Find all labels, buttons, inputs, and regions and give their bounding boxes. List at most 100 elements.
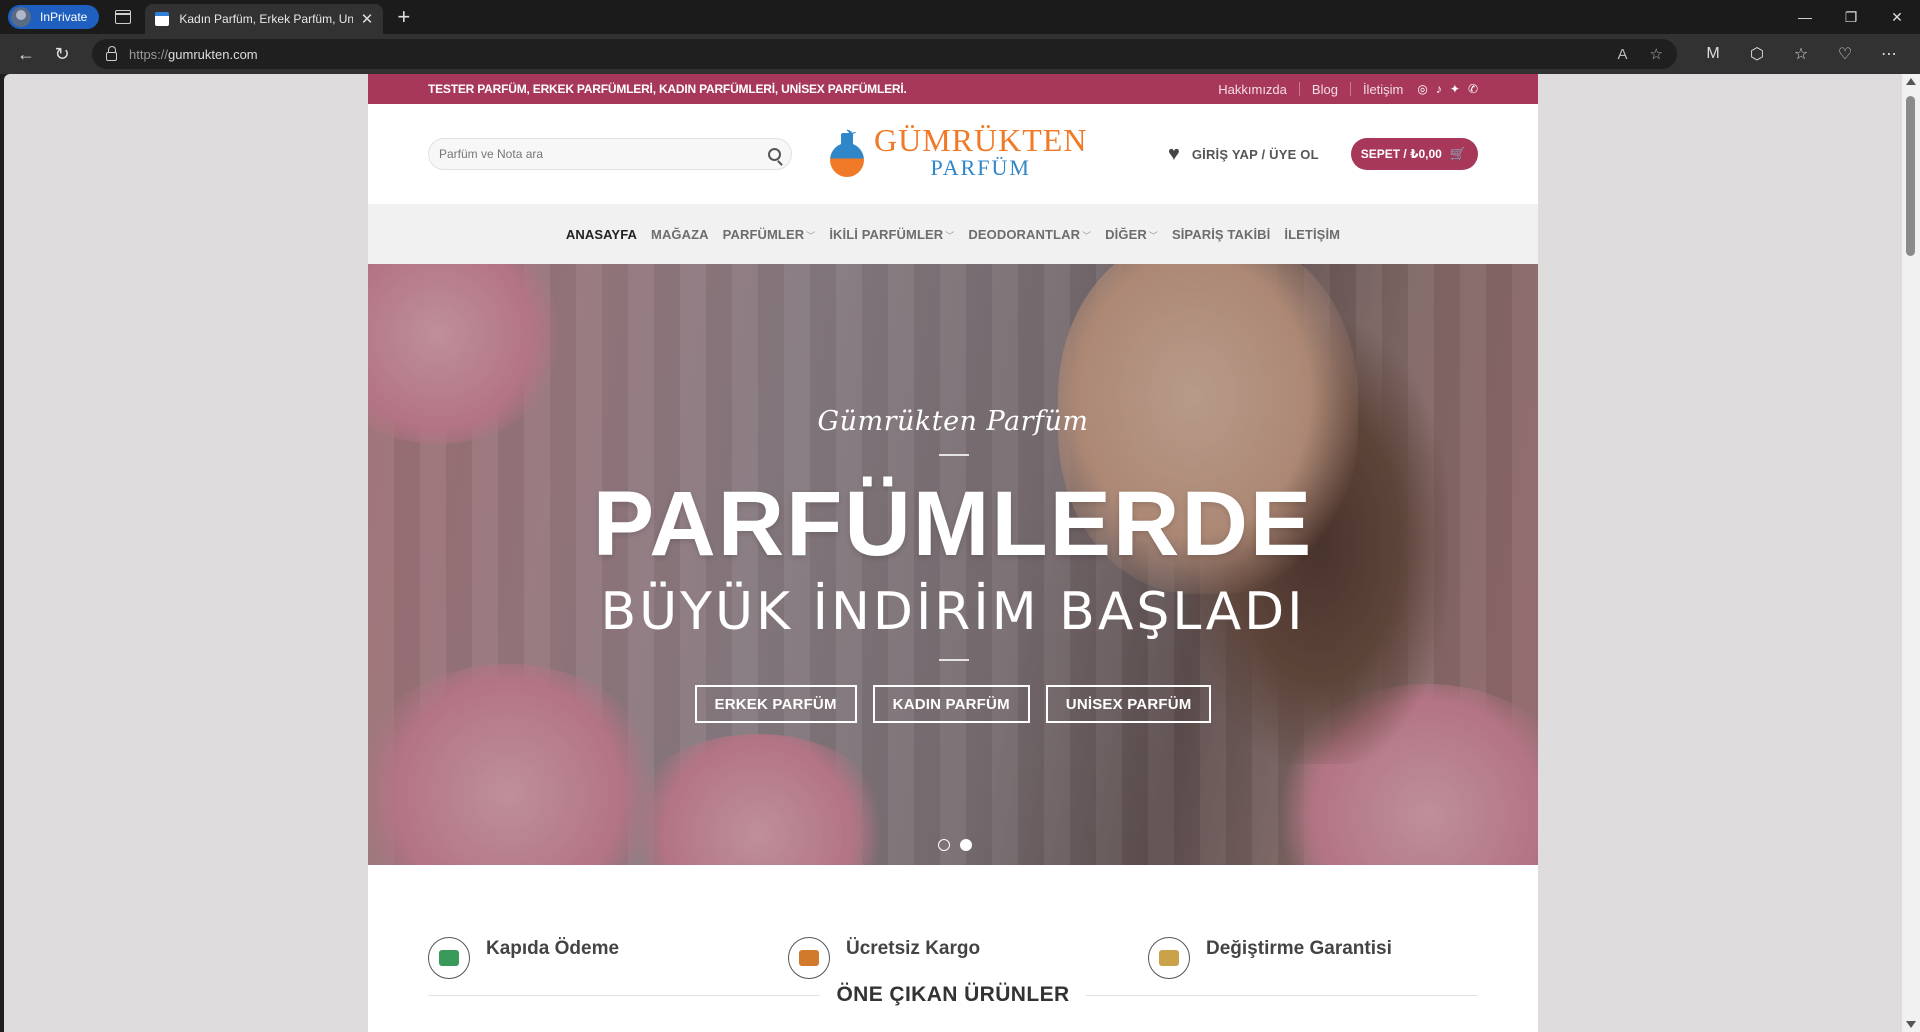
- page-scrollbar[interactable]: [1902, 74, 1920, 1032]
- browser-tab-active[interactable]: Kadın Parfüm, Erkek Parfüm, Unisex ✕: [145, 4, 384, 34]
- window-close-icon[interactable]: ✕: [1874, 0, 1920, 34]
- link-about[interactable]: Hakkımızda: [1218, 82, 1287, 97]
- hero-script-text: Gümrükten Parfüm: [817, 406, 1089, 437]
- phone-icon[interactable]: ✆: [1468, 82, 1478, 96]
- top-links: Hakkımızda Blog İletişim ◎ ♪ ✦ ✆: [1218, 82, 1478, 97]
- extension-m-icon[interactable]: M: [1691, 38, 1735, 70]
- section-title: ÖNE ÇIKAN ÜRÜNLER: [836, 983, 1070, 1006]
- lock-icon[interactable]: [106, 45, 117, 61]
- feature-label: Ücretsiz Kargo: [846, 938, 981, 959]
- nav-shop[interactable]: MAĞAZA: [651, 227, 709, 242]
- browser-toolbar: ← ↻ https:// gumrukten.com A ☆ M ⬡ ☆ ♡ ⋯: [0, 34, 1920, 74]
- cash-hand-icon: [428, 937, 470, 979]
- feature-exchange-guarantee: Değiştirme Garantisi: [1148, 927, 1392, 979]
- twitter-icon[interactable]: ✦: [1450, 82, 1460, 96]
- nav-deodorants[interactable]: DEODORANTLAR ﹀: [968, 227, 1091, 242]
- link-contact[interactable]: İletişim: [1363, 82, 1403, 97]
- scroll-down-icon[interactable]: [1906, 1021, 1916, 1028]
- favorite-star-icon[interactable]: ☆: [1650, 45, 1663, 63]
- nav-dual-perfumes[interactable]: İKİLİ PARFÜMLER ﹀: [829, 227, 954, 242]
- feature-cash-on-delivery: Kapıda Ödeme: [428, 927, 619, 979]
- hero-headline: PARFÜMLERDE: [592, 473, 1314, 575]
- more-menu-icon[interactable]: ⋯: [1867, 38, 1911, 70]
- feature-label: Değiştirme Garantisi: [1206, 938, 1392, 959]
- nav-perfumes[interactable]: PARFÜMLER ﹀: [723, 227, 816, 242]
- new-tab-icon[interactable]: +: [397, 4, 410, 30]
- feature-free-shipping: Ücretsiz Kargo: [788, 927, 980, 979]
- social-icons: ◎ ♪ ✦ ✆: [1417, 82, 1478, 96]
- inprivate-label: InPrivate: [40, 10, 88, 24]
- window-controls: — ❐ ✕: [1782, 0, 1920, 34]
- browser-tabbar: InPrivate Kadın Parfüm, Erkek Parfüm, Un…: [0, 0, 1920, 34]
- nav-contact[interactable]: İLETİŞİM: [1284, 227, 1340, 242]
- cargo-truck-icon: [788, 937, 830, 979]
- slider-dot-active[interactable]: [960, 839, 972, 851]
- logo-text-line1: GÜMRÜKTEN: [874, 122, 1088, 158]
- feature-label: Kapıda Ödeme: [486, 938, 620, 959]
- scrollbar-thumb[interactable]: [1906, 96, 1915, 256]
- tab-close-icon[interactable]: ✕: [361, 10, 374, 28]
- logo-perfume-plane-icon: ✈: [826, 125, 870, 179]
- minimize-icon[interactable]: —: [1782, 0, 1828, 34]
- wishlist-heart-icon[interactable]: ♥: [1168, 143, 1180, 166]
- divider: [1349, 82, 1351, 96]
- divider: [939, 454, 969, 456]
- extensions-puzzle-icon[interactable]: ⬡: [1735, 38, 1779, 70]
- browser-essentials-icon[interactable]: ♡: [1823, 38, 1867, 70]
- extensions-bar: M ⬡ ☆ ♡ ⋯: [1691, 38, 1911, 70]
- url-protocol: https://: [129, 46, 169, 62]
- cart-icon: 🛒: [1449, 146, 1466, 161]
- search-icon[interactable]: [768, 147, 781, 161]
- features-row: Kapıda Ödeme Ücretsiz Kargo Değiştirme G…: [368, 865, 1538, 1006]
- hero-slider[interactable]: Gümrükten Parfüm PARFÜMLERDE BÜYÜK İNDİR…: [368, 264, 1538, 865]
- login-register-link[interactable]: GİRİŞ YAP / ÜYE OL: [1192, 147, 1319, 162]
- divider: [1085, 994, 1479, 996]
- divider: [1298, 82, 1300, 96]
- exchange-box-icon: [1148, 937, 1190, 979]
- site-logo[interactable]: ✈ GÜMRÜKTEN PARFÜM: [826, 124, 1087, 179]
- tiktok-icon[interactable]: ♪: [1436, 82, 1442, 96]
- men-perfume-button[interactable]: ERKEK PARFÜM: [694, 685, 857, 723]
- tab-actions-icon[interactable]: [115, 10, 132, 24]
- featured-products-heading: ÖNE ÇIKAN ÜRÜNLER: [428, 983, 1479, 1007]
- profile-avatar-icon: [11, 7, 31, 27]
- tab-title: Kadın Parfüm, Erkek Parfüm, Unisex: [179, 12, 353, 26]
- women-perfume-button[interactable]: KADIN PARFÜM: [872, 685, 1030, 723]
- search-input[interactable]: Parfüm ve Nota ara: [428, 138, 792, 170]
- hero-subheadline: BÜYÜK İNDİRİM BAŞLADI: [600, 582, 1306, 642]
- scroll-up-icon[interactable]: [1906, 78, 1916, 85]
- nav-home[interactable]: ANASAYFA: [566, 227, 637, 242]
- header-actions: ♥ GİRİŞ YAP / ÜYE OL SEPET / ₺0,00 🛒: [1168, 138, 1478, 170]
- promo-text: TESTER PARFÜM, ERKEK PARFÜMLERİ, KADIN P…: [428, 82, 907, 96]
- cart-label: SEPET / ₺0,00: [1360, 147, 1442, 161]
- chevron-down-icon: ﹀: [806, 230, 816, 241]
- hero-content: Gümrükten Parfüm PARFÜMLERDE BÜYÜK İNDİR…: [368, 264, 1538, 865]
- chevron-down-icon: ﹀: [945, 230, 955, 241]
- slider-dot[interactable]: [938, 839, 950, 851]
- address-bar[interactable]: https:// gumrukten.com A ☆: [92, 39, 1677, 69]
- back-icon[interactable]: ←: [8, 38, 44, 70]
- top-promo-bar: TESTER PARFÜM, ERKEK PARFÜMLERİ, KADIN P…: [368, 74, 1538, 104]
- favorites-icon[interactable]: ☆: [1779, 38, 1823, 70]
- slider-dots: [938, 839, 972, 851]
- nav-other[interactable]: DİĞER ﹀: [1105, 227, 1158, 242]
- hero-buttons: ERKEK PARFÜM KADIN PARFÜM UNİSEX PARFÜM: [368, 685, 1538, 723]
- site-favicon-icon: [155, 12, 170, 26]
- cart-button[interactable]: SEPET / ₺0,00 🛒: [1350, 138, 1478, 170]
- website: TESTER PARFÜM, ERKEK PARFÜMLERİ, KADIN P…: [368, 74, 1538, 1032]
- refresh-icon[interactable]: ↻: [44, 38, 80, 70]
- search-placeholder: Parfüm ve Nota ara: [439, 147, 544, 161]
- inprivate-badge[interactable]: InPrivate: [8, 5, 100, 29]
- divider: [939, 659, 969, 661]
- logo-text-line2: PARFÜM: [930, 155, 1031, 180]
- unisex-perfume-button[interactable]: UNİSEX PARFÜM: [1045, 685, 1212, 723]
- read-aloud-icon[interactable]: A: [1618, 46, 1628, 63]
- nav-order-tracking[interactable]: SİPARİŞ TAKİBİ: [1172, 227, 1270, 242]
- chevron-down-icon: ﹀: [1148, 230, 1158, 241]
- site-header: Parfüm ve Nota ara ✈ GÜMRÜKTEN PARFÜM ♥ …: [368, 104, 1538, 204]
- divider: [428, 994, 821, 996]
- link-blog[interactable]: Blog: [1312, 82, 1338, 97]
- instagram-icon[interactable]: ◎: [1417, 82, 1427, 96]
- restore-icon[interactable]: ❐: [1828, 0, 1874, 34]
- chevron-down-icon: ﹀: [1082, 230, 1092, 241]
